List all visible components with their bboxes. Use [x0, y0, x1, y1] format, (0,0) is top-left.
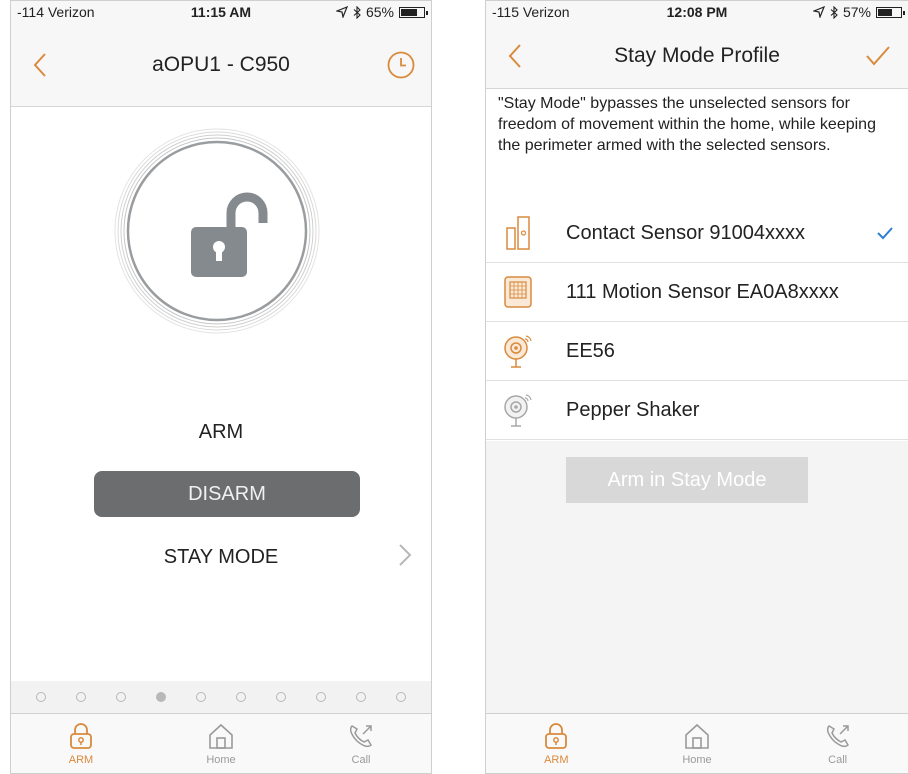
camera-icon	[498, 390, 538, 430]
tab-arm[interactable]: ARM	[41, 722, 121, 766]
page-title: aOPU1 - C950	[152, 52, 290, 76]
tab-call[interactable]: Call	[798, 722, 878, 766]
chevron-right-icon[interactable]	[397, 543, 413, 567]
sensor-row-ee56[interactable]: EE56	[486, 322, 908, 381]
home-icon	[685, 723, 709, 749]
page-dot[interactable]	[276, 692, 286, 702]
nav-bar: Stay Mode Profile	[486, 23, 908, 89]
page-indicator[interactable]	[11, 681, 431, 713]
tab-arm[interactable]: ARM	[516, 722, 596, 766]
save-button[interactable]	[858, 36, 898, 76]
phone-call-icon	[826, 725, 849, 748]
unlocked-padlock-icon	[191, 192, 268, 277]
page-dot[interactable]	[396, 692, 406, 702]
page-dot[interactable]	[236, 692, 246, 702]
arm-screen: -114 Verizon 11:15 AM 65% aOPU1 - C950 A…	[10, 0, 432, 774]
disarm-button[interactable]: DISARM	[94, 471, 360, 517]
tab-call[interactable]: Call	[321, 722, 401, 766]
stay-mode-label: STAY MODE	[163, 545, 279, 568]
tab-home[interactable]: Home	[181, 722, 261, 766]
nav-bar: aOPU1 - C950	[11, 23, 431, 107]
sensor-list: Contact Sensor 91004xxxx 111 Motion Sens…	[486, 204, 908, 440]
tab-home-label: Home	[206, 754, 236, 766]
arm-stay-mode-button[interactable]: Arm in Stay Mode	[566, 457, 808, 503]
checkmark-icon	[866, 45, 890, 66]
tab-call-label: Call	[828, 754, 848, 766]
chevron-left-icon	[508, 43, 521, 68]
contact-sensor-icon	[498, 213, 538, 253]
page-dot[interactable]	[196, 692, 206, 702]
sensor-name: Contact Sensor 91004xxxx	[566, 221, 806, 244]
stay-mode-profile-screen: -115 Verizon 12:08 PM 57% Stay Mode Prof…	[485, 0, 908, 774]
back-button[interactable]	[25, 45, 55, 85]
location-icon	[812, 6, 825, 18]
phone-call-icon	[349, 725, 372, 748]
bluetooth-icon	[353, 5, 361, 19]
page-dot[interactable]	[356, 692, 366, 702]
carrier-label: -115 Verizon	[492, 4, 570, 20]
tab-home[interactable]: Home	[657, 722, 737, 766]
sensor-name: Pepper Shaker	[566, 398, 700, 421]
back-button[interactable]	[500, 36, 530, 76]
page-dot[interactable]	[36, 692, 46, 702]
battery-icon	[399, 6, 428, 18]
stay-mode-description: "Stay Mode" bypasses the unselected sens…	[498, 95, 876, 154]
page-dot[interactable]	[76, 692, 86, 702]
history-button[interactable]	[381, 45, 421, 85]
page-dot[interactable]	[116, 692, 126, 702]
carrier-label: -114 Verizon	[17, 4, 95, 20]
sensor-row-contact[interactable]: Contact Sensor 91004xxxx	[486, 204, 908, 263]
location-icon	[335, 6, 348, 18]
tab-bar: ARM Home Call	[11, 713, 431, 773]
chevron-left-icon	[33, 52, 46, 77]
stay-mode-option[interactable]: STAY MODE	[11, 539, 431, 575]
tab-bar: ARM Home Call	[486, 713, 908, 773]
status-bar: -115 Verizon 12:08 PM 57%	[486, 1, 908, 23]
camera-icon	[498, 331, 538, 371]
home-icon	[209, 723, 233, 749]
sensor-name: 111 Motion Sensor EA0A8xxxx	[566, 280, 839, 303]
tab-arm-label: ARM	[544, 754, 569, 766]
battery-percent: 57%	[842, 4, 871, 20]
tab-call-label: Call	[351, 754, 371, 766]
status-bar: -114 Verizon 11:15 AM 65%	[11, 1, 431, 23]
tab-arm-label: ARM	[68, 754, 94, 766]
page-dot[interactable]	[156, 692, 166, 702]
page-title: Stay Mode Profile	[614, 43, 780, 67]
padlock-icon	[70, 723, 92, 749]
battery-icon	[876, 6, 905, 18]
motion-sensor-icon	[498, 272, 538, 312]
lock-status-button[interactable]	[113, 127, 321, 335]
bluetooth-icon	[830, 5, 838, 19]
selected-check-icon	[877, 227, 893, 240]
tab-home-label: Home	[682, 754, 712, 766]
padlock-icon	[545, 723, 568, 749]
clock-icon	[387, 51, 415, 78]
arm-option[interactable]: ARM	[11, 421, 431, 444]
battery-percent: 65%	[365, 4, 394, 20]
sensor-row-motion[interactable]: 111 Motion Sensor EA0A8xxxx	[486, 263, 908, 322]
page-dot[interactable]	[316, 692, 326, 702]
sensor-name: EE56	[566, 339, 615, 362]
sensor-row-pepper-shaker[interactable]: Pepper Shaker	[486, 381, 908, 440]
